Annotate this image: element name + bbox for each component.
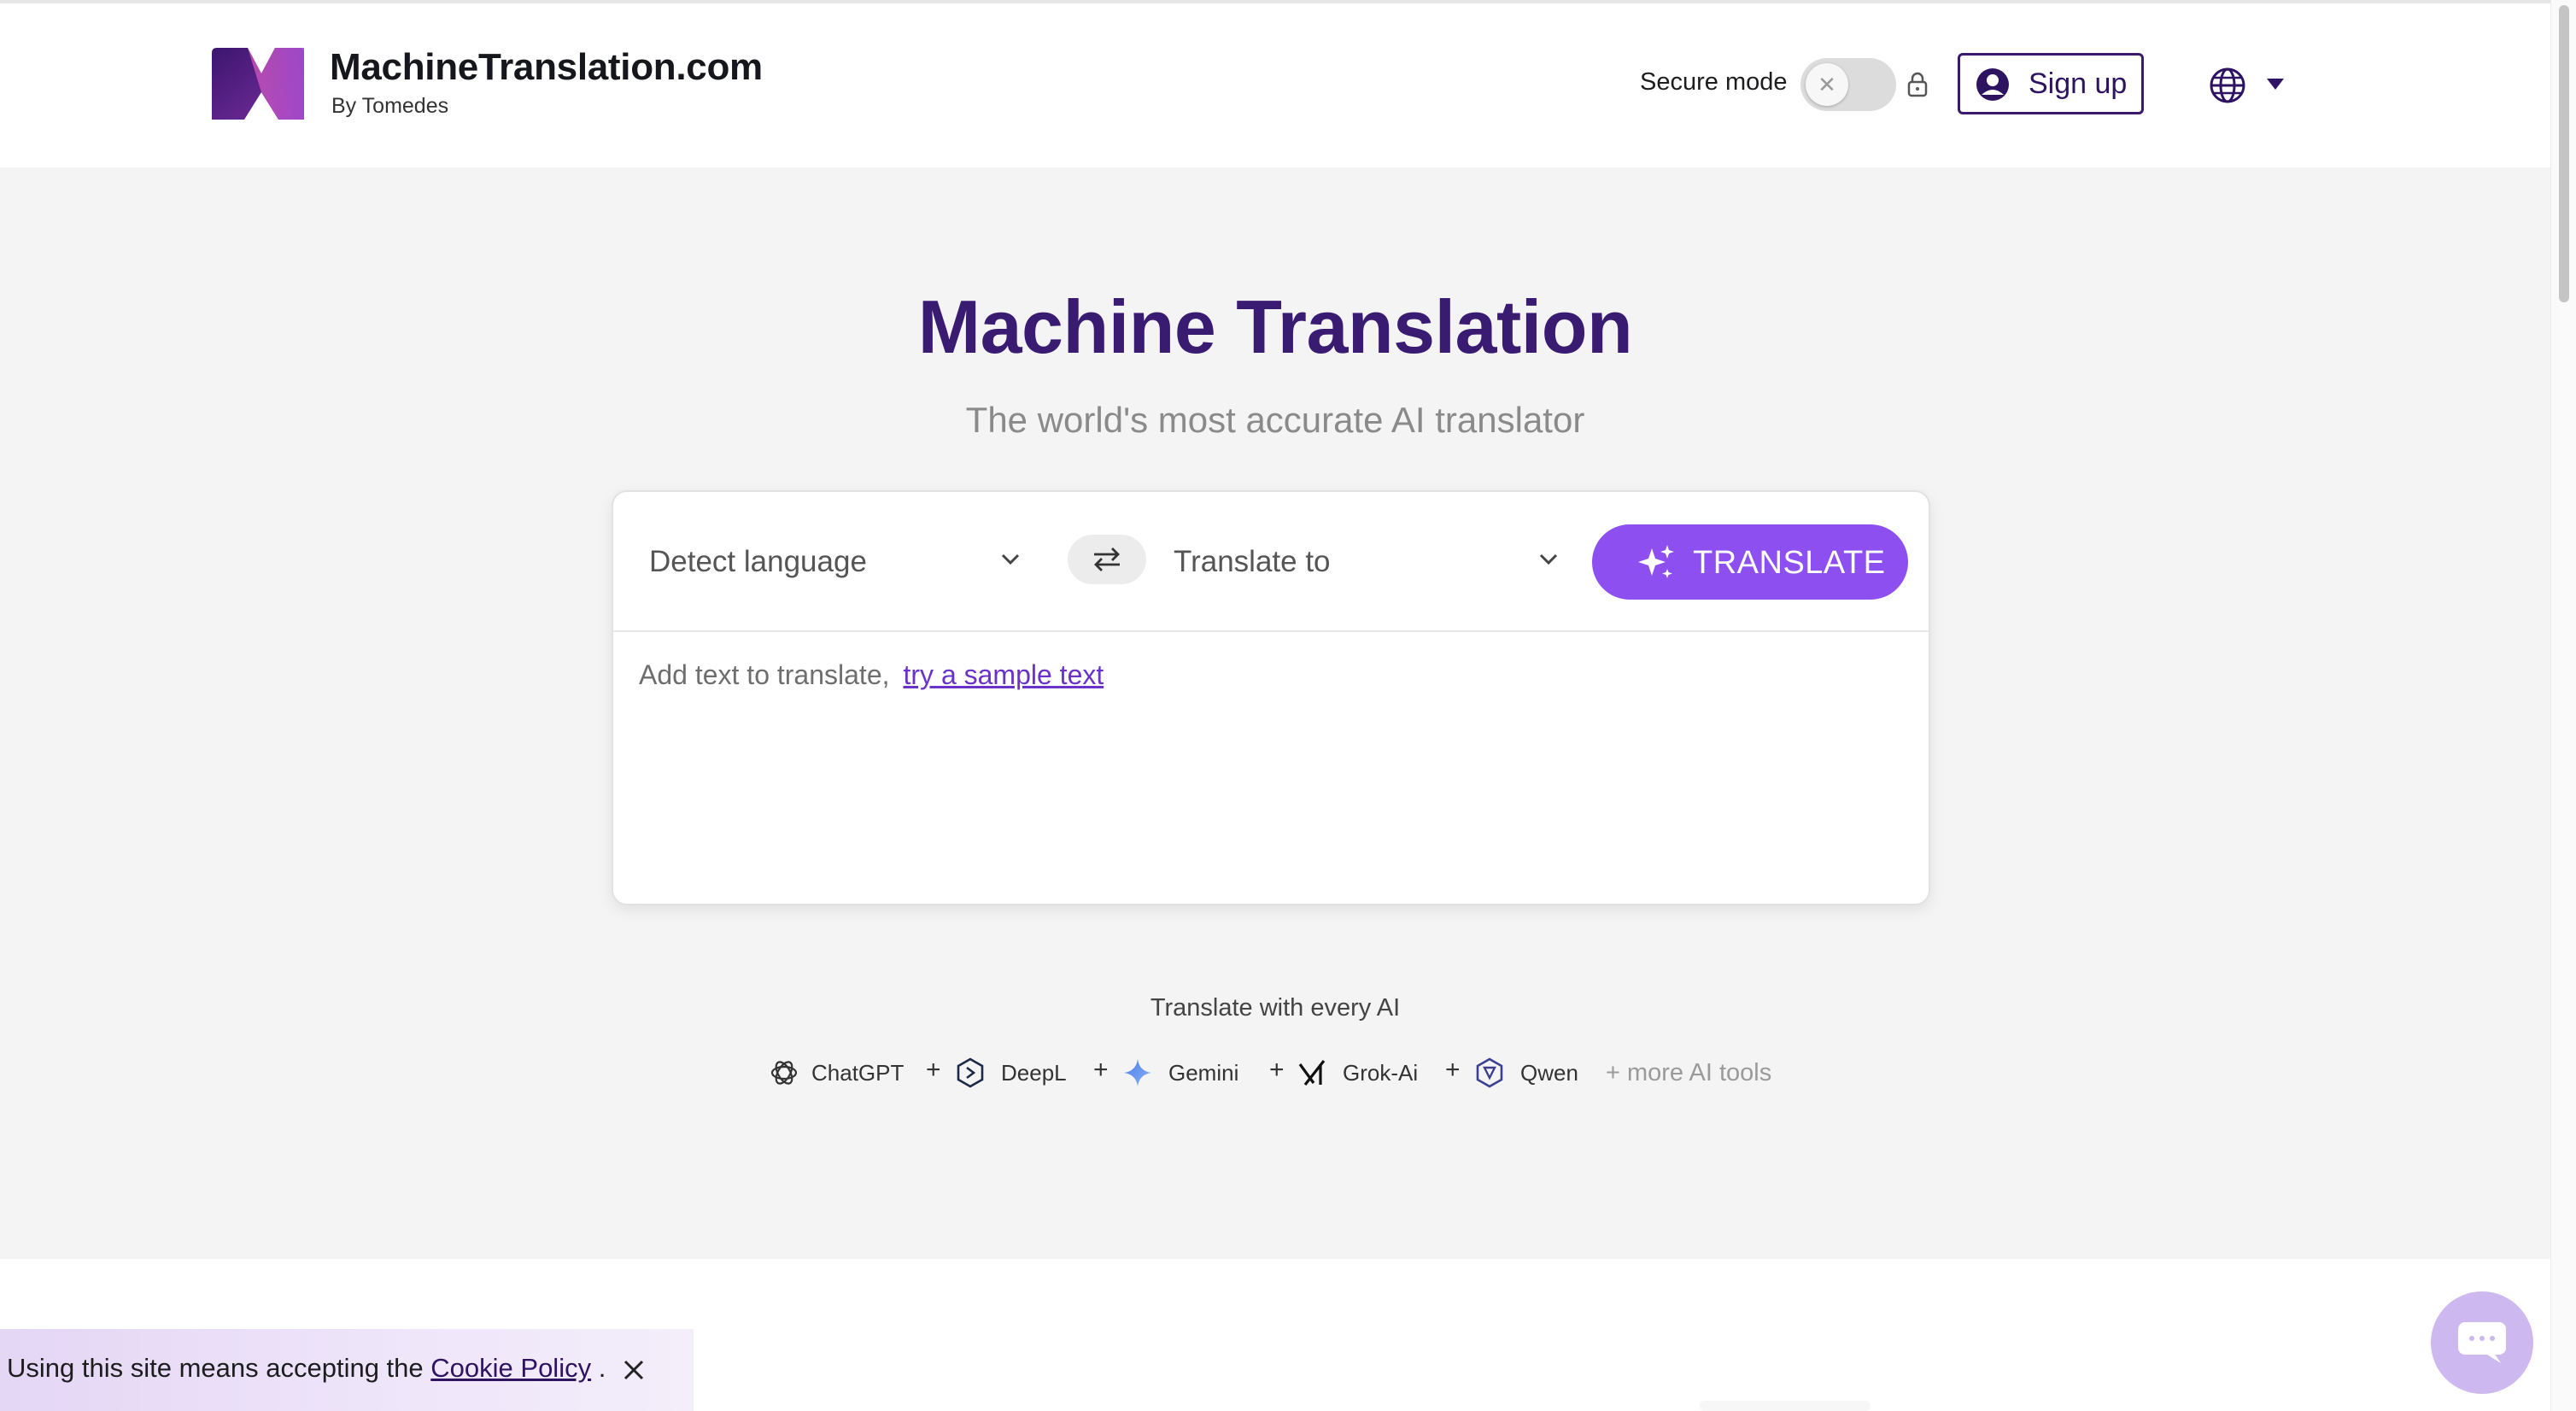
grok-icon — [1298, 1060, 1326, 1086]
plus-separator: + — [1093, 1056, 1109, 1084]
scrollbar-thumb[interactable] — [2559, 5, 2569, 302]
try-sample-text-link[interactable]: try a sample text — [904, 659, 1104, 690]
ai-tool-name: Grok-Ai — [1343, 1060, 1419, 1086]
swap-icon — [1094, 547, 1120, 571]
toggle-knob: ✕ — [1806, 63, 1848, 106]
ai-tool-name: Qwen — [1520, 1060, 1578, 1086]
footer-fade — [1700, 1401, 1871, 1411]
cookie-banner: Using this site means accepting the Cook… — [0, 1329, 694, 1411]
input-placeholder: Add text to translate, — [639, 659, 890, 690]
qwen-icon — [1476, 1057, 1503, 1088]
user-icon — [1976, 68, 2009, 101]
target-language-label: Translate to — [1174, 545, 1331, 578]
scrollbar[interactable] — [2550, 0, 2576, 1411]
deepl-icon — [957, 1057, 984, 1088]
translate-button-label: TRANSLATE — [1693, 545, 1886, 581]
lock-icon — [1907, 72, 1928, 97]
close-icon: ✕ — [1818, 72, 1836, 97]
sign-up-label: Sign up — [2029, 67, 2128, 100]
brand-subtitle: By Tomedes — [331, 94, 449, 118]
chat-widget-button[interactable] — [2431, 1291, 2533, 1394]
translator-toolbar: Detect language Translate to TRANSLATE — [613, 492, 1929, 632]
secure-mode-label: Secure mode — [1640, 68, 1788, 96]
cookie-policy-link[interactable]: Cookie Policy — [430, 1353, 591, 1383]
swap-languages-button[interactable] — [1068, 535, 1146, 584]
logo[interactable] — [212, 48, 304, 120]
cookie-text-end: . — [598, 1353, 606, 1383]
cookie-text: Using this site means accepting the — [7, 1353, 424, 1383]
ai-tools-row: ChatGPT + DeepL + Gemini + Grok-Ai + Qwe… — [0, 1054, 2550, 1092]
translator-card: Detect language Translate to TRANSLATE A… — [612, 490, 1930, 905]
plus-separator: + — [926, 1056, 941, 1084]
plus-separator: + — [1269, 1056, 1285, 1084]
chat-icon — [2458, 1322, 2506, 1363]
ai-tools-heading: Translate with every AI — [1150, 994, 1401, 1022]
globe-icon[interactable] — [2209, 67, 2246, 104]
brand-name[interactable]: MachineTranslation.com — [330, 46, 763, 89]
more-ai-tools-link[interactable]: + more AI tools — [1606, 1059, 1771, 1087]
plus-separator: + — [1445, 1056, 1461, 1084]
page-title: Machine Translation — [917, 284, 1633, 369]
target-language-select[interactable]: Translate to — [1174, 533, 1566, 586]
source-text-input[interactable]: Add text to translate, try a sample text — [639, 659, 1903, 881]
secure-mode-toggle[interactable]: ✕ — [1800, 58, 1896, 111]
sparkle-icon — [1638, 545, 1674, 578]
ai-tool-name: Gemini — [1168, 1060, 1239, 1086]
translate-button[interactable]: TRANSLATE — [1592, 524, 1908, 600]
source-language-label: Detect language — [649, 545, 867, 578]
sign-up-button[interactable]: Sign up — [1958, 53, 2144, 114]
chevron-down-icon — [1001, 553, 1020, 565]
site-header: MachineTranslation.com By Tomedes Secure… — [0, 3, 2550, 167]
hero-section: Machine Translation The world's most acc… — [0, 167, 2550, 1259]
source-language-select[interactable]: Detect language — [649, 533, 1025, 586]
page-subtitle: The world's most accurate AI translator — [965, 400, 1585, 440]
ai-tool-name: DeepL — [1001, 1060, 1067, 1086]
chevron-down-icon — [1539, 553, 1558, 565]
caret-down-icon[interactable] — [2265, 75, 2286, 92]
cookie-message: Using this site means accepting the Cook… — [7, 1353, 606, 1384]
ai-tool-name: ChatGPT — [811, 1060, 905, 1086]
close-icon[interactable] — [622, 1358, 646, 1382]
gemini-icon — [1124, 1059, 1151, 1086]
chatgpt-icon — [770, 1061, 798, 1085]
